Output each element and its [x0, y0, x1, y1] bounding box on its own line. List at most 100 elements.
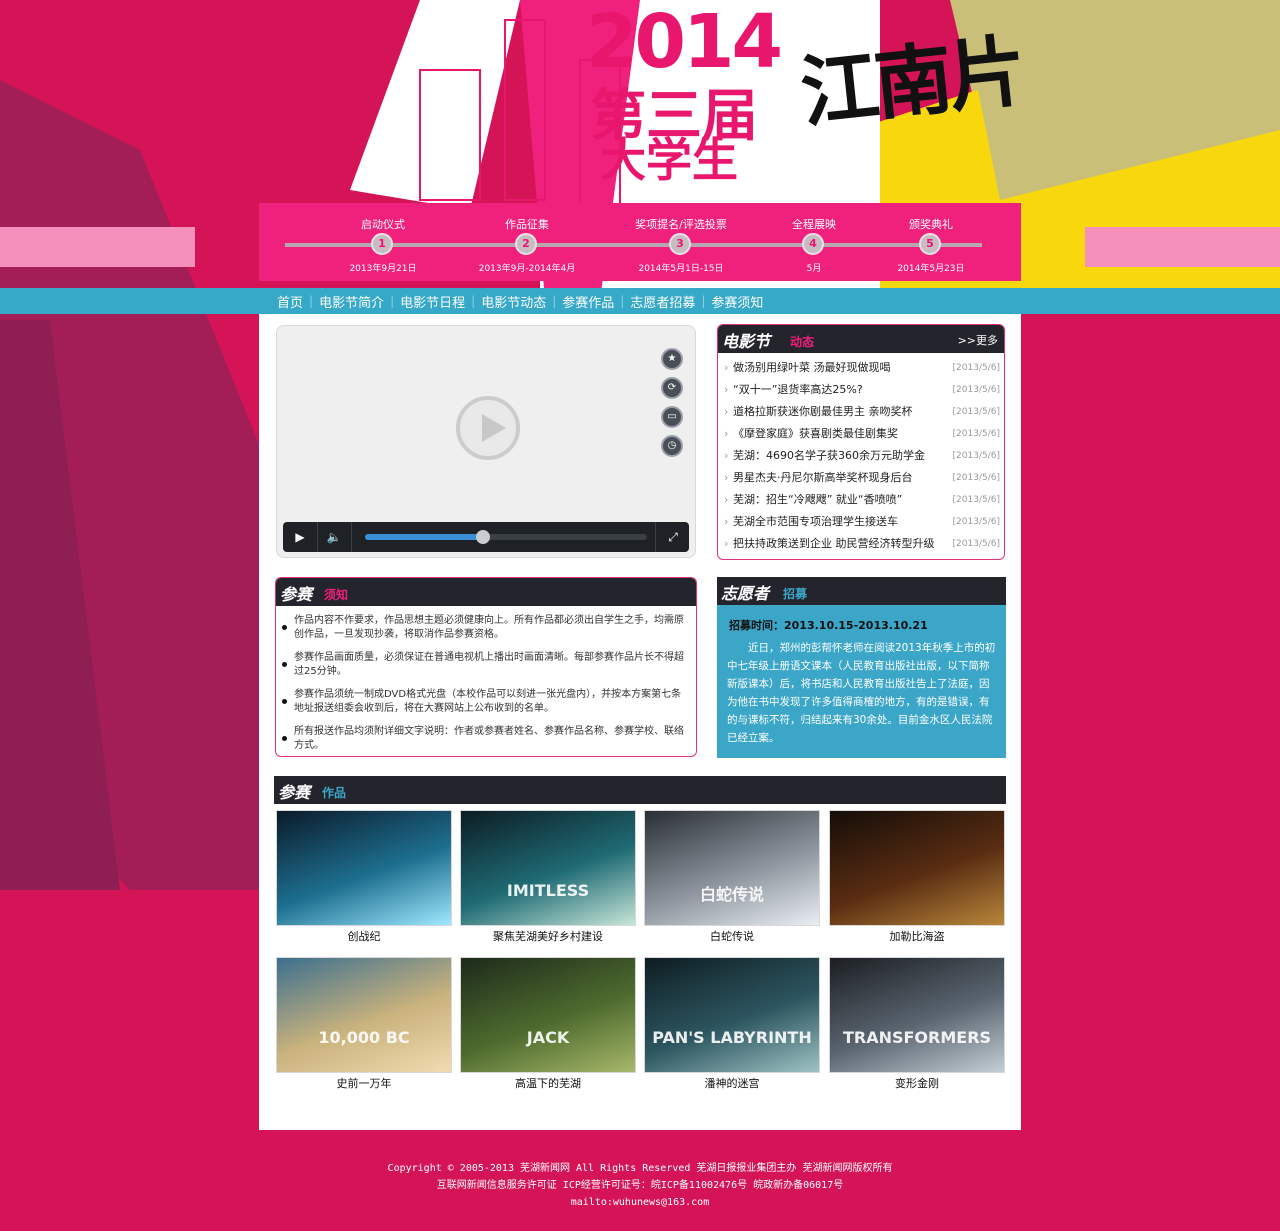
work-card[interactable]: 加勒比海盗: [829, 810, 1005, 944]
news-item-title[interactable]: 芜湖：4690名学子获360余万元助学金: [733, 449, 925, 462]
refresh-icon[interactable]: ⟳: [661, 377, 683, 399]
news-item[interactable]: 《摩登家庭》获喜剧类最佳剧集奖 [2013/5/6]: [724, 423, 1000, 445]
volunteer-body: 近日，郑州的彭帮怀老师在阅读2013年秋季上市的初中七年级上册语文课本（人民教育…: [727, 642, 996, 744]
news-item[interactable]: 道格拉斯获迷你剧最佳男主 亲吻奖杯 [2013/5/6]: [724, 401, 1000, 423]
footer-license: 互联网新闻信息服务许可证 ICP经营许可证号：皖ICP备11002476号 皖政…: [436, 1180, 844, 1191]
hd-icon[interactable]: ▭: [661, 406, 683, 428]
work-poster[interactable]: PAN'S LABYRINTH: [644, 957, 820, 1073]
timeline-step-label: 奖项提名/评选投票: [635, 218, 727, 231]
work-title[interactable]: 白蛇传说: [644, 928, 820, 944]
news-item-date: [2013/5/6]: [952, 473, 1000, 483]
work-card[interactable]: IMITLESS 聚焦芜湖美好乡村建设: [460, 810, 636, 944]
news-list: 做汤别用绿叶菜 汤最好现做现喝 [2013/5/6] “双十一”退货率高达25%? […: [724, 357, 1000, 555]
work-poster[interactable]: 白蛇传说: [644, 810, 820, 926]
progress-fill: [365, 534, 484, 540]
timeline-step-label: 启动仪式: [361, 218, 405, 231]
main-content: ★ ⟳ ▭ ◷ ▶ 🔈 ⤢ 电影节 动态 >>更多 做汤别用绿叶菜 汤最好现做现…: [259, 314, 1021, 1130]
work-poster[interactable]: JACK: [460, 957, 636, 1073]
news-header: 电影节 动态 >>更多: [718, 325, 1004, 353]
news-item[interactable]: 芜湖：4690名学子获360余万元助学金 [2013/5/6]: [724, 445, 1000, 467]
work-poster[interactable]: TRANSFORMERS: [829, 957, 1005, 1073]
nav-item[interactable]: 电影节日程: [394, 292, 471, 311]
big-play-icon[interactable]: [456, 396, 520, 460]
news-item-title[interactable]: 芜湖：招生“冷飕飕” 就业“香喷喷”: [733, 493, 902, 506]
works-title: 参赛: [278, 783, 311, 802]
timeline-ribbon-left: [0, 227, 195, 267]
work-title[interactable]: 聚焦芜湖美好乡村建设: [460, 928, 636, 944]
news-item-date: [2013/5/6]: [952, 495, 1000, 505]
news-title: 电影节: [722, 332, 771, 351]
timeline-ribbon-right: [1085, 227, 1280, 267]
work-card[interactable]: 创战纪: [276, 810, 452, 944]
notice-subtitle: 须知: [324, 588, 349, 602]
news-more-link[interactable]: >>更多: [958, 332, 998, 348]
news-item[interactable]: 芜湖全市范围专项治理学生接送车 [2013/5/6]: [724, 511, 1000, 533]
news-item[interactable]: “双十一”退货率高达25%? [2013/5/6]: [724, 379, 1000, 401]
nav-item[interactable]: 首页: [271, 292, 309, 311]
notice-list: 作品内容不作要求，作品思想主题必须健康向上。所有作品都必须出自学生之手，均需原创…: [282, 614, 687, 756]
star-icon[interactable]: ★: [661, 348, 683, 370]
news-item-date: [2013/5/6]: [952, 407, 1000, 417]
progress-slider[interactable]: [365, 530, 647, 544]
news-item-date: [2013/5/6]: [952, 385, 1000, 395]
header-banner: 2014 第三届 大学生电影节 江南片 启动仪式 1 2013年9月21日 作品征集 2…: [0, 0, 1280, 290]
footer-copyright: Copyright © 2005-2013 芜湖新闻网 All Rights R…: [387, 1163, 893, 1174]
volunteer-time: 招募时间：2013.10.15-2013.10.21: [729, 619, 928, 632]
news-item-title[interactable]: 芜湖全市范围专项治理学生接送车: [733, 515, 898, 528]
timeline-step-date: 2014年5月1日-15日: [638, 264, 724, 274]
news-item-title[interactable]: 把扶持政策送到企业 助民营经济转型升级: [733, 537, 935, 550]
timeline-step-number: 4: [802, 233, 824, 255]
work-poster-text: IMITLESS: [506, 881, 590, 900]
progress-knob[interactable]: [476, 530, 491, 544]
work-card[interactable]: PAN'S LABYRINTH 潘神的迷宫: [644, 957, 820, 1091]
nav-item[interactable]: 参赛须知: [705, 292, 769, 311]
video-player[interactable]: ★ ⟳ ▭ ◷ ▶ 🔈 ⤢: [276, 325, 696, 558]
work-poster[interactable]: [276, 810, 452, 926]
footer: Copyright © 2005-2013 芜湖新闻网 All Rights R…: [0, 1160, 1280, 1211]
news-item[interactable]: 做汤别用绿叶菜 汤最好现做现喝 [2013/5/6]: [724, 357, 1000, 379]
news-item-title[interactable]: 道格拉斯获迷你剧最佳男主 亲吻奖杯: [733, 405, 913, 418]
nav-item[interactable]: 参赛作品: [556, 292, 620, 311]
work-title[interactable]: 高温下的芜湖: [460, 1075, 636, 1091]
news-item[interactable]: 芜湖：招生“冷飕飕” 就业“香喷喷” [2013/5/6]: [724, 489, 1000, 511]
banner-festival-part1: 大学生: [600, 133, 738, 187]
news-item-title[interactable]: “双十一”退货率高达25%?: [733, 383, 863, 396]
work-card[interactable]: 10,000 BC 史前一万年: [276, 957, 452, 1091]
work-title[interactable]: 史前一万年: [276, 1075, 452, 1091]
timeline-step-label: 颁奖典礼: [909, 218, 953, 231]
news-item[interactable]: 把扶持政策送到企业 助民营经济转型升级 [2013/5/6]: [724, 533, 1000, 555]
work-poster[interactable]: 10,000 BC: [276, 957, 452, 1073]
timeline-step-number: 2: [515, 233, 537, 255]
news-subtitle: 动态: [790, 335, 815, 349]
work-poster[interactable]: IMITLESS: [460, 810, 636, 926]
clock-icon[interactable]: ◷: [661, 435, 683, 457]
news-item-date: [2013/5/6]: [952, 363, 1000, 373]
notice-item: 参赛作品须统一制成DVD格式光盘（本校作品可以刻进一张光盘内），并按本方案第七条…: [282, 688, 687, 716]
news-item-title[interactable]: 男星杰夫·丹尼尔斯高举奖杯现身后台: [733, 471, 913, 484]
volunteer-subtitle: 招募: [783, 587, 808, 601]
footer-email[interactable]: mailto:wuhunews@163.com: [0, 1194, 1280, 1211]
nav-item[interactable]: 电影节动态: [475, 292, 552, 311]
works-header: 参赛 作品: [274, 776, 1006, 804]
work-card[interactable]: JACK 高温下的芜湖: [460, 957, 636, 1091]
volume-icon[interactable]: 🔈: [317, 522, 352, 552]
work-title[interactable]: 创战纪: [276, 928, 452, 944]
news-item[interactable]: 男星杰夫·丹尼尔斯高举奖杯现身后台 [2013/5/6]: [724, 467, 1000, 489]
work-title[interactable]: 加勒比海盗: [829, 928, 1005, 944]
news-item-title[interactable]: 《摩登家庭》获喜剧类最佳剧集奖: [733, 427, 898, 440]
work-title[interactable]: 变形金刚: [829, 1075, 1005, 1091]
work-poster[interactable]: [829, 810, 1005, 926]
news-item-date: [2013/5/6]: [952, 517, 1000, 527]
volunteer-header: 志愿者 招募: [717, 577, 1006, 605]
notice-item: 作品内容不作要求，作品思想主题必须健康向上。所有作品都必须出自学生之手，均需原创…: [282, 614, 687, 642]
work-card[interactable]: TRANSFORMERS 变形金刚: [829, 957, 1005, 1091]
play-icon[interactable]: ▶: [283, 522, 318, 552]
news-item-title[interactable]: 做汤别用绿叶菜 汤最好现做现喝: [733, 361, 891, 374]
nav-item[interactable]: 志愿者招募: [624, 292, 701, 311]
volunteer-panel: 志愿者 招募 招募时间：2013.10.15-2013.10.21 近日，郑州的…: [717, 577, 1006, 758]
timeline-step-number: 1: [371, 233, 393, 255]
work-title[interactable]: 潘神的迷宫: [644, 1075, 820, 1091]
work-card[interactable]: 白蛇传说 白蛇传说: [644, 810, 820, 944]
nav-item[interactable]: 电影节简介: [313, 292, 390, 311]
fullscreen-icon[interactable]: ⤢: [655, 522, 690, 552]
